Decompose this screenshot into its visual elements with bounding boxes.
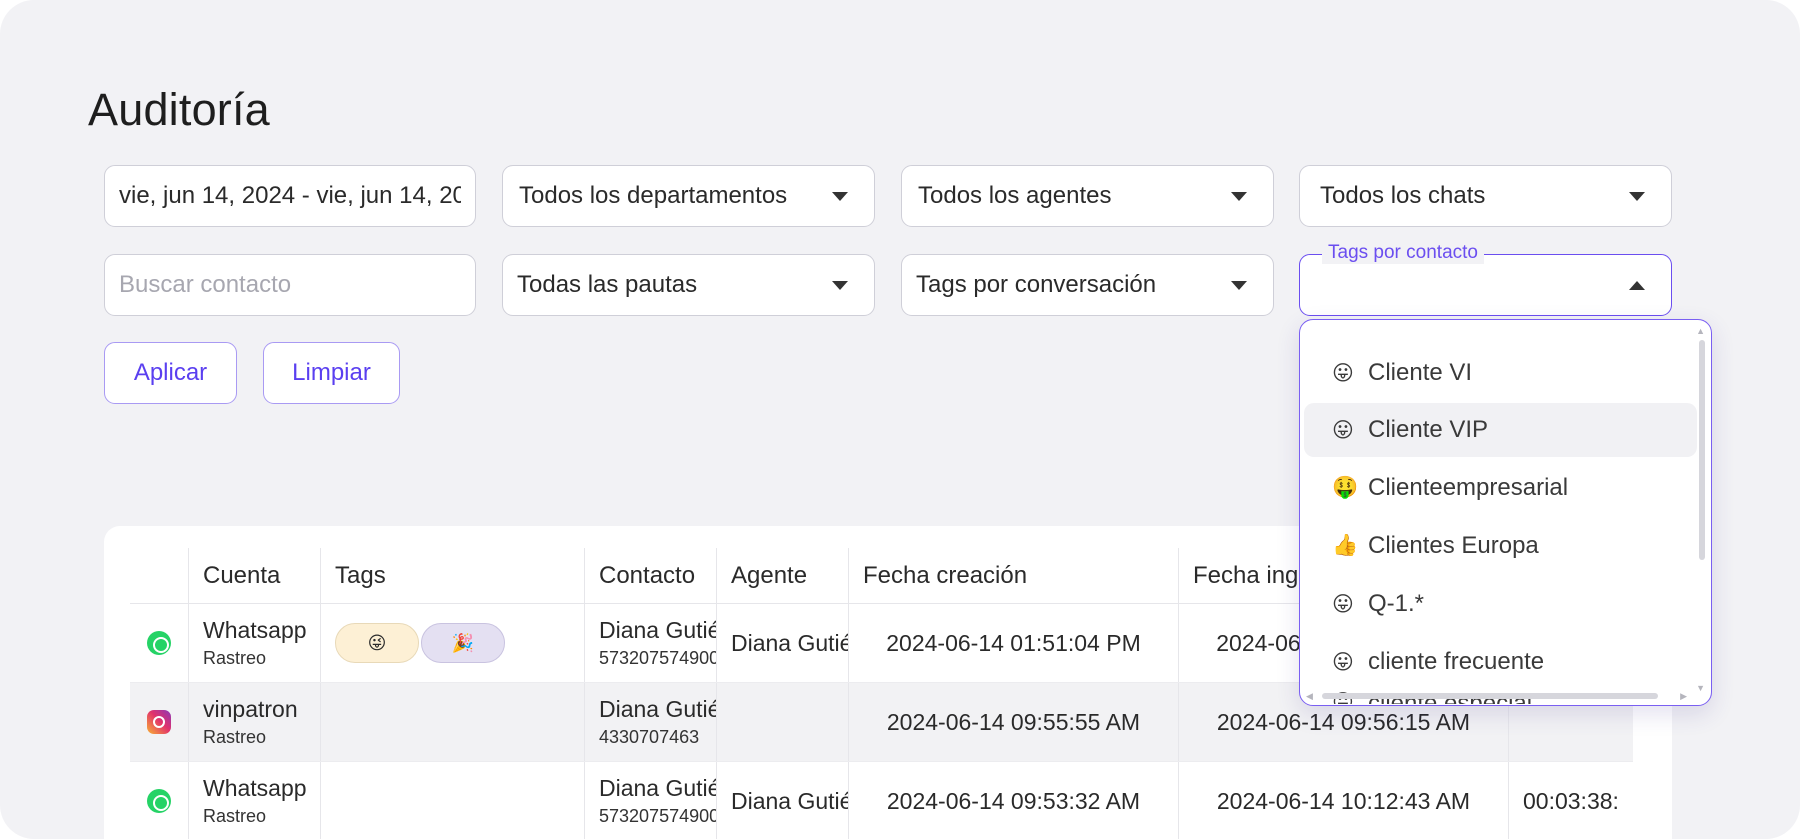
scroll-up-icon[interactable]: ▲ <box>1696 326 1705 336</box>
chevron-down-icon <box>1231 191 1247 201</box>
contact-cell: Diana Gutiérrez 573207574900 <box>584 762 716 839</box>
channel-cell <box>130 604 188 682</box>
conversation-tags-value: Tags por conversación <box>916 271 1157 298</box>
tag-emoji-icon: 😛 <box>1332 361 1354 385</box>
tag-emoji-icon: 👍 <box>1332 534 1359 557</box>
chat-select[interactable]: Todos los chats <box>1299 165 1672 227</box>
contact-search-field[interactable]: Buscar contacto <box>104 254 476 316</box>
header-tags[interactable]: Tags <box>320 548 584 603</box>
contact-tags-select[interactable]: Tags por contacto <box>1299 242 1672 316</box>
table-row[interactable]: Whatsapp Rastreo Diana Gutiérrez 5732075… <box>130 762 1633 839</box>
dropdown-option[interactable]: 🤑 Clienteempresarial <box>1304 461 1697 515</box>
account-name: vinpatron <box>203 696 298 722</box>
account-sub: Rastreo <box>203 806 267 826</box>
date-range-value: vie, jun 14, 2024 - vie, jun 14, 2024 <box>119 182 461 209</box>
whatsapp-icon <box>147 789 171 813</box>
tags-cell <box>320 762 584 839</box>
header-account[interactable]: Cuenta <box>188 548 320 603</box>
horizontal-scrollbar[interactable] <box>1322 693 1658 699</box>
tags-cell <box>320 683 584 761</box>
chevron-down-icon <box>1629 191 1645 201</box>
agent-cell <box>716 683 848 761</box>
tag-pill[interactable]: 😜 <box>335 623 419 663</box>
header-agent[interactable]: Agente <box>716 548 848 603</box>
pauta-select[interactable]: Todas las pautas <box>502 254 875 316</box>
dropdown-option[interactable]: 👍 Clientes Europa <box>1304 519 1697 573</box>
dropdown-option[interactable]: 😛 Q-1.* <box>1304 577 1697 631</box>
account-name: Whatsapp <box>203 775 307 801</box>
channel-cell <box>130 683 188 761</box>
chevron-down-icon <box>832 280 848 290</box>
duration-cell: 00:03:38: <box>1508 762 1633 839</box>
contact-phone: 573207574900 <box>599 806 716 826</box>
scroll-down-icon[interactable]: ▼ <box>1696 683 1705 693</box>
ingress-cell: 2024-06-14 10:12:43 AM <box>1178 762 1508 839</box>
option-label: Q-1.* <box>1368 590 1425 617</box>
tag-emoji-icon: 😛 <box>1332 418 1354 442</box>
contact-tags-label: Tags por contacto <box>1322 242 1484 264</box>
contact-cell: Diana Gutiérrez 573207574900 <box>584 604 716 682</box>
chat-value: Todos los chats <box>1320 182 1486 209</box>
header-contact[interactable]: Contacto <box>584 548 716 603</box>
vertical-scrollbar[interactable] <box>1699 340 1705 560</box>
agent-select[interactable]: Todos los agentes <box>901 165 1274 227</box>
created-cell: 2024-06-14 09:55:55 AM <box>848 683 1178 761</box>
contact-name: Diana Gutiérrez <box>599 696 716 722</box>
page-title: Auditoría <box>88 84 270 135</box>
contact-phone: 573207574900 <box>599 648 716 668</box>
dropdown-option[interactable]: 😛 Cliente VI <box>1304 346 1697 400</box>
clear-button[interactable]: Limpiar <box>263 342 400 404</box>
pauta-value: Todas las pautas <box>517 271 698 298</box>
dropdown-option[interactable]: 😛 Cliente VIP <box>1304 403 1697 457</box>
account-name: Whatsapp <box>203 617 307 643</box>
tag-emoji-icon: 🤑 <box>1332 476 1359 499</box>
instagram-icon <box>147 710 171 734</box>
option-label: Clientes Europa <box>1368 532 1539 559</box>
created-cell: 2024-06-14 01:51:04 PM <box>848 604 1178 682</box>
chevron-down-icon <box>1231 280 1247 290</box>
account-cell: vinpatron Rastreo <box>188 683 320 761</box>
agent-value: Todos los agentes <box>918 182 1112 209</box>
created-cell: 2024-06-14 09:53:32 AM <box>848 762 1178 839</box>
agent-cell: Diana Gutiérrez <box>716 604 848 682</box>
contact-phone: 4330707463 <box>599 727 700 747</box>
whatsapp-icon <box>147 631 171 655</box>
conversation-tags-select[interactable]: Tags por conversación <box>901 254 1274 316</box>
option-label: Cliente VIP <box>1368 416 1489 443</box>
dropdown-option[interactable]: 😛 cliente frecuente <box>1304 635 1697 689</box>
date-range-field[interactable]: vie, jun 14, 2024 - vie, jun 14, 2024 <box>104 165 476 227</box>
option-label: cliente frecuente <box>1368 648 1545 675</box>
tags-cell: 😜 🎉 <box>320 604 584 682</box>
account-cell: Whatsapp Rastreo <box>188 762 320 839</box>
header-created[interactable]: Fecha creación <box>848 548 1178 603</box>
search-placeholder: Buscar contacto <box>119 271 292 298</box>
department-select[interactable]: Todos los departamentos <box>502 165 875 227</box>
contact-name: Diana Gutiérrez <box>599 775 716 801</box>
header-channel <box>130 548 188 603</box>
channel-cell <box>130 762 188 839</box>
department-value: Todos los departamentos <box>519 182 788 209</box>
scroll-left-icon[interactable]: ◀ <box>1306 691 1313 702</box>
option-label: Cliente VI <box>1368 359 1473 386</box>
audit-page: Auditoría vie, jun 14, 2024 - vie, jun 1… <box>0 0 1800 839</box>
contact-tags-dropdown[interactable]: 😛 Cliente VI 😛 Cliente VIP 🤑 Clienteempr… <box>1299 319 1712 706</box>
contact-cell: Diana Gutiérrez 4330707463 <box>584 683 716 761</box>
tag-emoji-icon: 😛 <box>1332 592 1354 616</box>
chevron-up-icon <box>1629 280 1645 290</box>
apply-button[interactable]: Aplicar <box>104 342 237 404</box>
account-cell: Whatsapp Rastreo <box>188 604 320 682</box>
account-sub: Rastreo <box>203 727 267 747</box>
tag-pill[interactable]: 🎉 <box>421 623 505 663</box>
scroll-right-icon[interactable]: ▶ <box>1680 691 1687 702</box>
contact-name: Diana Gutiérrez <box>599 617 716 643</box>
chevron-down-icon <box>832 191 848 201</box>
tag-emoji-icon: 😛 <box>1332 650 1354 674</box>
option-label: Clienteempresarial <box>1368 474 1569 501</box>
agent-cell: Diana Gutiérrez <box>716 762 848 839</box>
account-sub: Rastreo <box>203 648 267 668</box>
